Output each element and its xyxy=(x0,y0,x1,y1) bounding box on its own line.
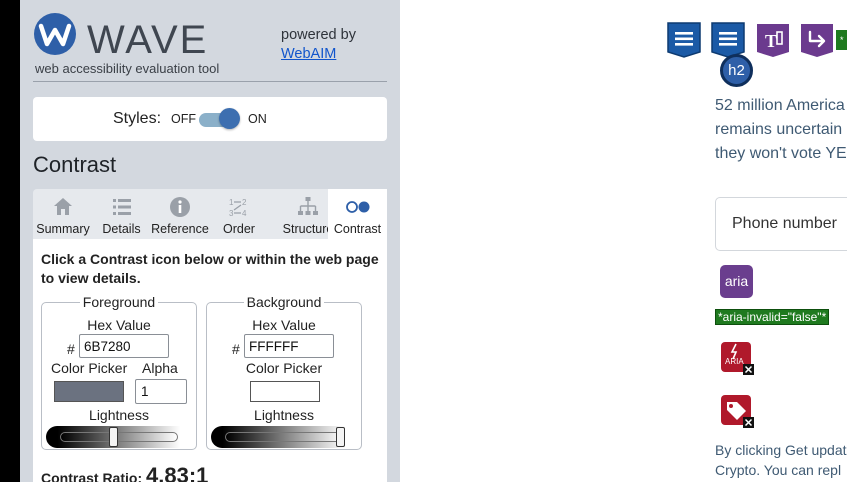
foreground-hash: # xyxy=(67,341,75,357)
foreground-alpha-input[interactable] xyxy=(135,379,187,404)
contrast-ratio-label: Contrast Ratio: xyxy=(41,470,143,482)
tag-icon[interactable]: * xyxy=(836,30,847,50)
order-icon: 1 2 3 4 xyxy=(229,198,247,218)
background-lightness-label: Lightness xyxy=(254,407,314,423)
tab-label: Summary xyxy=(36,222,90,236)
home-icon xyxy=(54,198,72,215)
aria-icon[interactable]: aria xyxy=(720,265,753,298)
tab-contrast[interactable]: Contrast xyxy=(328,189,387,239)
h2-heading-badge[interactable]: h2 xyxy=(720,54,753,87)
wave-brand: WAVE web accessibility evaluation tool p… xyxy=(33,12,393,84)
phone-number-field[interactable]: Phone number xyxy=(715,197,847,251)
brand-tagline: web accessibility evaluation tool xyxy=(35,61,220,76)
svg-text:1: 1 xyxy=(229,198,234,207)
background-color-picker[interactable] xyxy=(250,381,320,402)
tab-summary[interactable]: Summary xyxy=(33,189,93,239)
foreground-lightness-thumb[interactable] xyxy=(108,427,118,447)
contrast-ratio-value: 4.83:1 xyxy=(146,463,209,482)
text-transform-icon[interactable]: T xyxy=(755,22,791,58)
foreground-alpha-label: Alpha xyxy=(142,360,178,376)
panel-tabs: Summary Details Reference 1 2 3 4 Order … xyxy=(33,189,387,239)
background-hash: # xyxy=(232,341,240,357)
wave-logo-icon xyxy=(34,13,76,55)
structure-icon xyxy=(298,197,318,215)
aria-error-text: ARIA xyxy=(725,357,744,366)
tab-label: Details xyxy=(102,222,141,236)
divider xyxy=(33,81,387,82)
background-group: Background Hex Value # Color Picker Ligh… xyxy=(206,294,362,450)
window-edge xyxy=(0,0,20,482)
page-body-text: 52 million America remains uncertain the… xyxy=(715,97,847,162)
consent-text: By clicking Get updat Crypto. You can re… xyxy=(715,442,847,478)
foreground-hex-label: Hex Value xyxy=(87,317,151,333)
svg-text:4: 4 xyxy=(242,209,247,218)
brand-name: WAVE xyxy=(87,18,209,62)
svg-text:*: * xyxy=(840,35,844,45)
phone-number-placeholder: Phone number xyxy=(732,215,837,232)
list-icon xyxy=(112,199,131,215)
css-list-icon[interactable] xyxy=(710,22,746,58)
styles-toggle-card: Styles: OFF ON xyxy=(33,97,387,141)
page: WAVE web accessibility evaluation tool p… xyxy=(0,0,847,482)
foreground-color-picker[interactable] xyxy=(54,381,124,402)
styles-toggle-knob[interactable] xyxy=(219,108,240,129)
broken-aria-error-icon[interactable]: ARIA xyxy=(720,340,755,375)
tab-reference[interactable]: Reference xyxy=(150,189,210,239)
foreground-lightness-label: Lightness xyxy=(89,407,149,423)
styles-off-label: OFF xyxy=(171,112,196,126)
tab-order[interactable]: 1 2 3 4 Order xyxy=(210,189,268,239)
background-legend: Background xyxy=(243,294,325,310)
skip-arrow-icon[interactable] xyxy=(799,22,835,58)
background-lightness-slider[interactable] xyxy=(211,426,357,448)
foreground-picker-label: Color Picker xyxy=(51,360,128,376)
background-picker-label: Color Picker xyxy=(245,360,323,376)
background-hex-input[interactable] xyxy=(244,334,334,358)
svg-text:3: 3 xyxy=(229,209,234,218)
contrast-icon xyxy=(345,201,369,213)
background-hex-label: Hex Value xyxy=(252,317,316,333)
webaim-link[interactable]: WebAIM xyxy=(281,46,336,62)
tab-label: Contrast xyxy=(333,222,382,236)
tab-details[interactable]: Details xyxy=(93,189,150,239)
styles-on-label: ON xyxy=(248,112,267,126)
tab-label: Order xyxy=(223,222,255,236)
svg-text:T: T xyxy=(765,31,777,51)
foreground-group: Foreground Hex Value # Color Picker Alph… xyxy=(41,294,197,450)
contrast-instructions: Click a Contrast icon below or within th… xyxy=(41,251,379,286)
powered-by-text: powered by xyxy=(281,27,356,43)
wave-sidebar: WAVE web accessibility evaluation tool p… xyxy=(20,0,400,482)
contrast-ratio: Contrast Ratio: 4.83:1 xyxy=(41,463,208,482)
foreground-lightness-slider[interactable] xyxy=(46,426,192,448)
foreground-hex-input[interactable] xyxy=(79,334,169,358)
tab-label: Reference xyxy=(151,222,209,236)
panel-heading: Contrast xyxy=(33,152,117,177)
svg-text:2: 2 xyxy=(242,198,247,207)
info-icon xyxy=(170,197,190,217)
aria-invalid-label[interactable]: *aria-invalid="false"* xyxy=(715,309,830,325)
background-lightness-thumb[interactable] xyxy=(336,427,345,447)
css-list-icon[interactable] xyxy=(666,22,702,58)
missing-label-error-icon[interactable] xyxy=(720,393,755,428)
foreground-legend: Foreground xyxy=(79,294,159,310)
contrast-panel: Click a Contrast icon below or within th… xyxy=(33,239,387,482)
styles-label: Styles: xyxy=(113,110,162,127)
